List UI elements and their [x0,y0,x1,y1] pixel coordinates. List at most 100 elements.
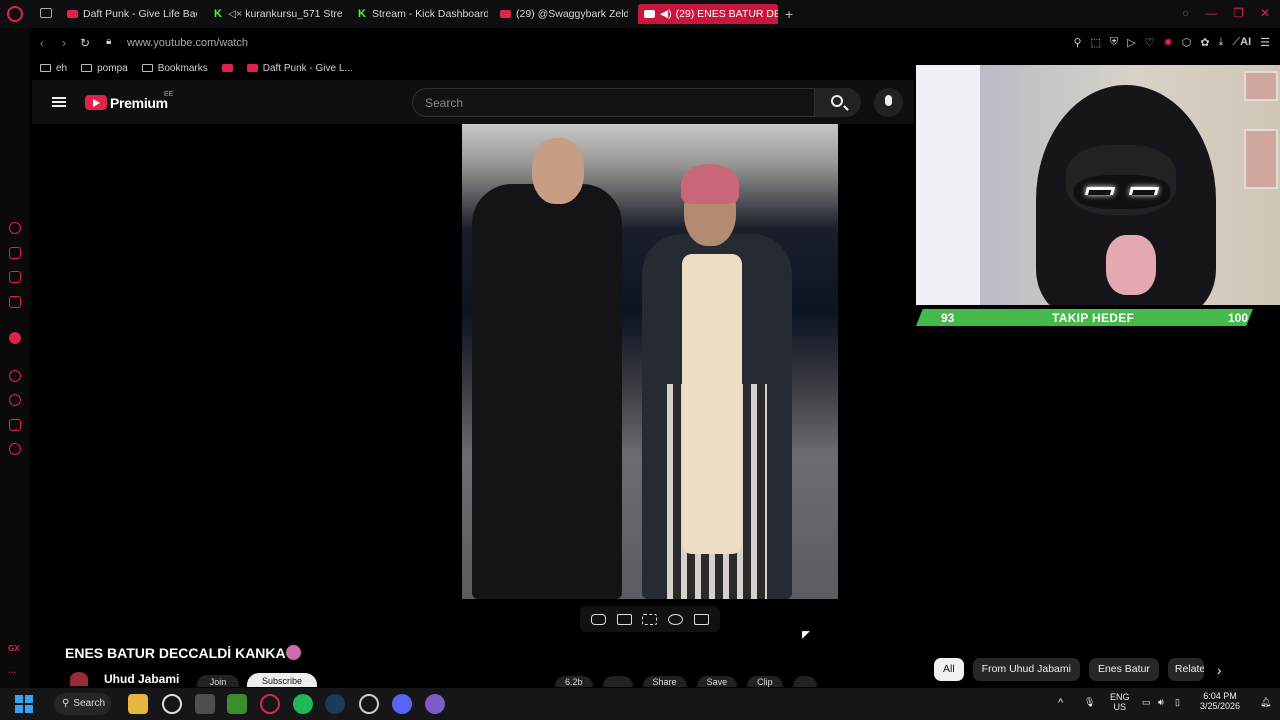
channel-avatar[interactable] [70,672,88,686]
search-icon [831,95,843,107]
maximize-icon[interactable]: ❐ [1233,6,1244,20]
player-icon[interactable] [9,370,21,382]
hamburger-menu-icon[interactable] [52,97,66,107]
chip-related[interactable]: Related [1167,658,1204,681]
clip-button[interactable]: Clip [747,676,783,687]
minecraft-icon[interactable] [227,694,247,714]
messenger-icon[interactable] [9,247,21,259]
subscribe-button[interactable]: Subscribe [247,673,317,687]
youtube-brand[interactable]: Premium [110,95,168,111]
language-indicator[interactable]: ENG US [1110,692,1130,712]
tab-label: (29) ENES BATUR DEC [675,8,778,20]
tab-kurankursu[interactable]: K ◁× kurankursu_571 Stream [214,4,342,24]
play-icon[interactable]: ▷ [1127,36,1135,49]
pin-icon[interactable]: ⚲ [1073,36,1081,49]
volume-icon[interactable]: 🔊︎ [1158,697,1164,708]
more-actions-button[interactable] [792,676,817,687]
save-button[interactable]: Save [696,676,738,687]
loop-icon[interactable] [591,613,607,625]
workspaces-icon[interactable] [40,8,52,18]
like-button[interactable]: 6.2b [555,676,593,687]
chip-all[interactable]: All [934,658,964,681]
spotify-icon[interactable] [293,694,313,714]
bookmark-label: Daft Punk - Give L... [262,62,353,74]
dislike-button[interactable] [602,676,633,687]
voice-search-button[interactable] [874,88,903,117]
bookmark-pompa[interactable]: pompa [81,63,128,74]
gx-control-icon[interactable]: ✸ [1164,36,1173,49]
bookmark-eh[interactable]: eh [40,63,67,74]
tab-kick-dashboard[interactable]: K Stream - Kick Dashboard [358,4,488,24]
folder-icon [40,64,51,72]
bookmark-bookmarks[interactable]: Bookmarks [141,63,208,74]
tab-enes-batur[interactable]: ◀) (29) ENES BATUR DEC [638,4,778,24]
search-tabs-icon[interactable]: ○ [1182,6,1189,20]
youtube-logo-icon[interactable] [85,95,107,110]
battery-icon[interactable]: ▯ [1175,697,1180,708]
join-button[interactable]: Join [197,675,239,687]
url-field[interactable]: www.youtube.com/watch [127,37,248,49]
obs-icon[interactable] [162,694,182,714]
history-icon[interactable] [9,394,21,406]
music-icon[interactable] [9,296,21,308]
discord-icon[interactable] [392,694,412,714]
search-input[interactable]: Search [412,88,815,117]
steam-icon[interactable] [325,694,345,714]
app-icon[interactable] [195,694,215,714]
network-icon[interactable]: ▭ [1142,697,1151,708]
twitch-icon[interactable] [9,271,21,283]
video-title: ENES BATUR DECCALDİ KANKA [65,645,286,661]
extensions-sidebar-icon[interactable] [9,419,21,431]
heart-icon[interactable]: ♡ [1145,36,1155,49]
chip-from-channel[interactable]: From Uhud Jabami [972,658,1080,681]
clip-icon[interactable] [616,613,632,625]
back-icon[interactable]: ‹ [40,36,44,50]
chip-enes-batur[interactable]: Enes Batur [1088,658,1159,681]
video-frame[interactable] [462,124,838,599]
download-icon[interactable]: ⤓ [1219,36,1224,49]
share-button[interactable]: Share [642,676,687,687]
screenshot-icon[interactable] [693,613,709,625]
shield-icon[interactable]: ⛨ [1110,36,1118,49]
channel-name[interactable]: Uhud Jabami [104,672,179,686]
muted-speaker-icon[interactable]: ◁× [228,8,242,20]
file-explorer-icon[interactable] [128,694,148,714]
reload-icon[interactable]: ↻ [80,36,90,50]
ublock-icon[interactable] [9,332,21,344]
speed-icon[interactable] [668,613,684,625]
minimize-icon[interactable]: — [1205,6,1217,20]
speaker-icon[interactable]: ◀) [660,8,672,20]
tab-daft-punk[interactable]: Daft Punk - Give Life Back [67,4,197,24]
bookmark-youtube[interactable] [221,64,233,72]
notifications-icon[interactable]: 🔔︎ [1260,697,1271,708]
opera-gx-logo-icon[interactable] [7,6,23,22]
app-icon[interactable] [425,694,445,714]
clock[interactable]: 6:04 PM 3/25/2026 [1200,691,1240,711]
search-button[interactable] [815,88,861,117]
settings-icon[interactable] [9,443,21,455]
microphone-tray-icon[interactable]: 🎙︎ [1084,697,1095,708]
new-tab-icon[interactable]: + [785,6,793,22]
more-icon[interactable]: ··· [8,668,16,677]
tray-chevron-icon[interactable]: ^ [1058,697,1063,709]
gx-label: GX [8,644,20,653]
theater-mode-icon[interactable] [642,613,658,625]
taskbar-search[interactable]: ⚲ Search [54,693,111,715]
opera-gx-icon[interactable] [260,694,280,714]
gx-corner-icon[interactable] [9,222,21,234]
tab-swaggybark[interactable]: (29) @Swaggybark Zelde [500,4,628,24]
bookmark-label: pompa [97,62,128,74]
close-icon[interactable]: ✕ [1260,6,1270,20]
video-player[interactable] [32,124,914,599]
snapshot-icon[interactable]: ⬚ [1091,36,1101,49]
extensions-icon[interactable]: ⬡ [1182,36,1192,49]
bookmark-daft-punk[interactable]: Daft Punk - Give L... [246,62,353,74]
menu-icon[interactable]: ☰ [1260,36,1270,49]
chevron-right-icon[interactable]: › [1217,662,1222,678]
app-icon[interactable] [359,694,379,714]
forward-icon[interactable]: › [62,36,66,50]
extension-icon[interactable]: ✿ [1200,36,1209,49]
aria-icon[interactable]: ⟋AI [1232,36,1251,49]
windows-start-icon[interactable] [15,695,33,713]
tab-label: kurankursu_571 Stream [245,8,342,20]
